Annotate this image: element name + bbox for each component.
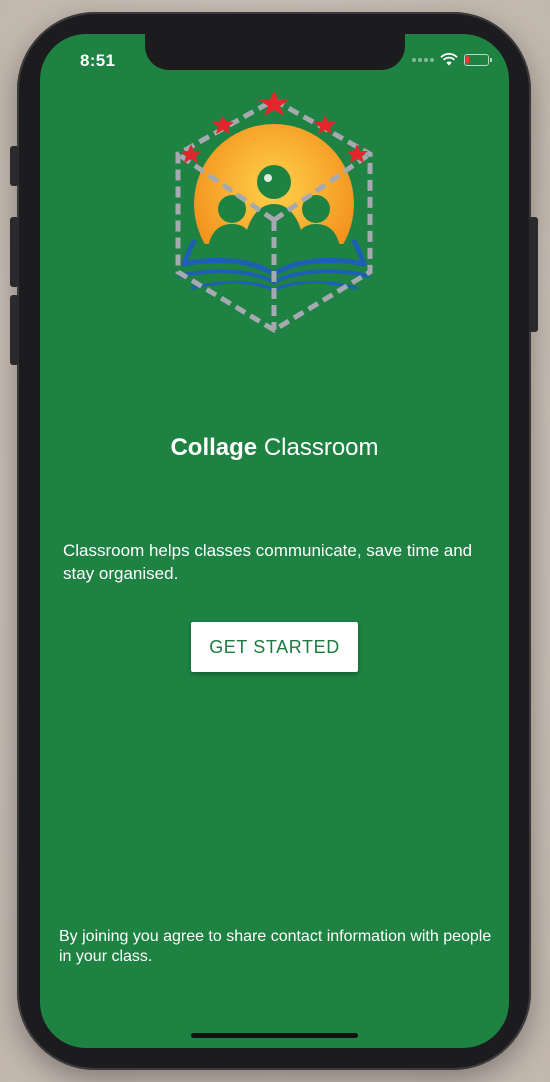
home-indicator[interactable] — [191, 1033, 358, 1038]
wifi-icon — [440, 53, 458, 66]
power-button — [529, 217, 538, 332]
signal-dots-icon — [412, 57, 434, 62]
app-title: Collage Classroom — [40, 434, 509, 462]
app-screen: 8:51 Collage Classroom Classroom helps c… — [40, 34, 509, 1048]
app-title-regular: Classroom — [263, 434, 379, 461]
volume-up-button — [10, 217, 19, 287]
battery-fill — [466, 55, 469, 63]
mute-switch — [10, 146, 19, 186]
disclaimer-text: By joining you agree to share contact in… — [59, 928, 492, 965]
get-started-button[interactable]: GET STARTED — [191, 622, 358, 672]
status-time: 8:51 — [80, 51, 116, 70]
notch — [145, 34, 405, 70]
app-title-bold: Collage — [170, 434, 258, 461]
status-icons — [412, 53, 492, 66]
battery-icon — [464, 53, 492, 66]
classroom-logo-icon — [175, 92, 373, 333]
tagline: Classroom helps classes communicate, sav… — [63, 541, 473, 583]
volume-down-button — [10, 295, 19, 365]
